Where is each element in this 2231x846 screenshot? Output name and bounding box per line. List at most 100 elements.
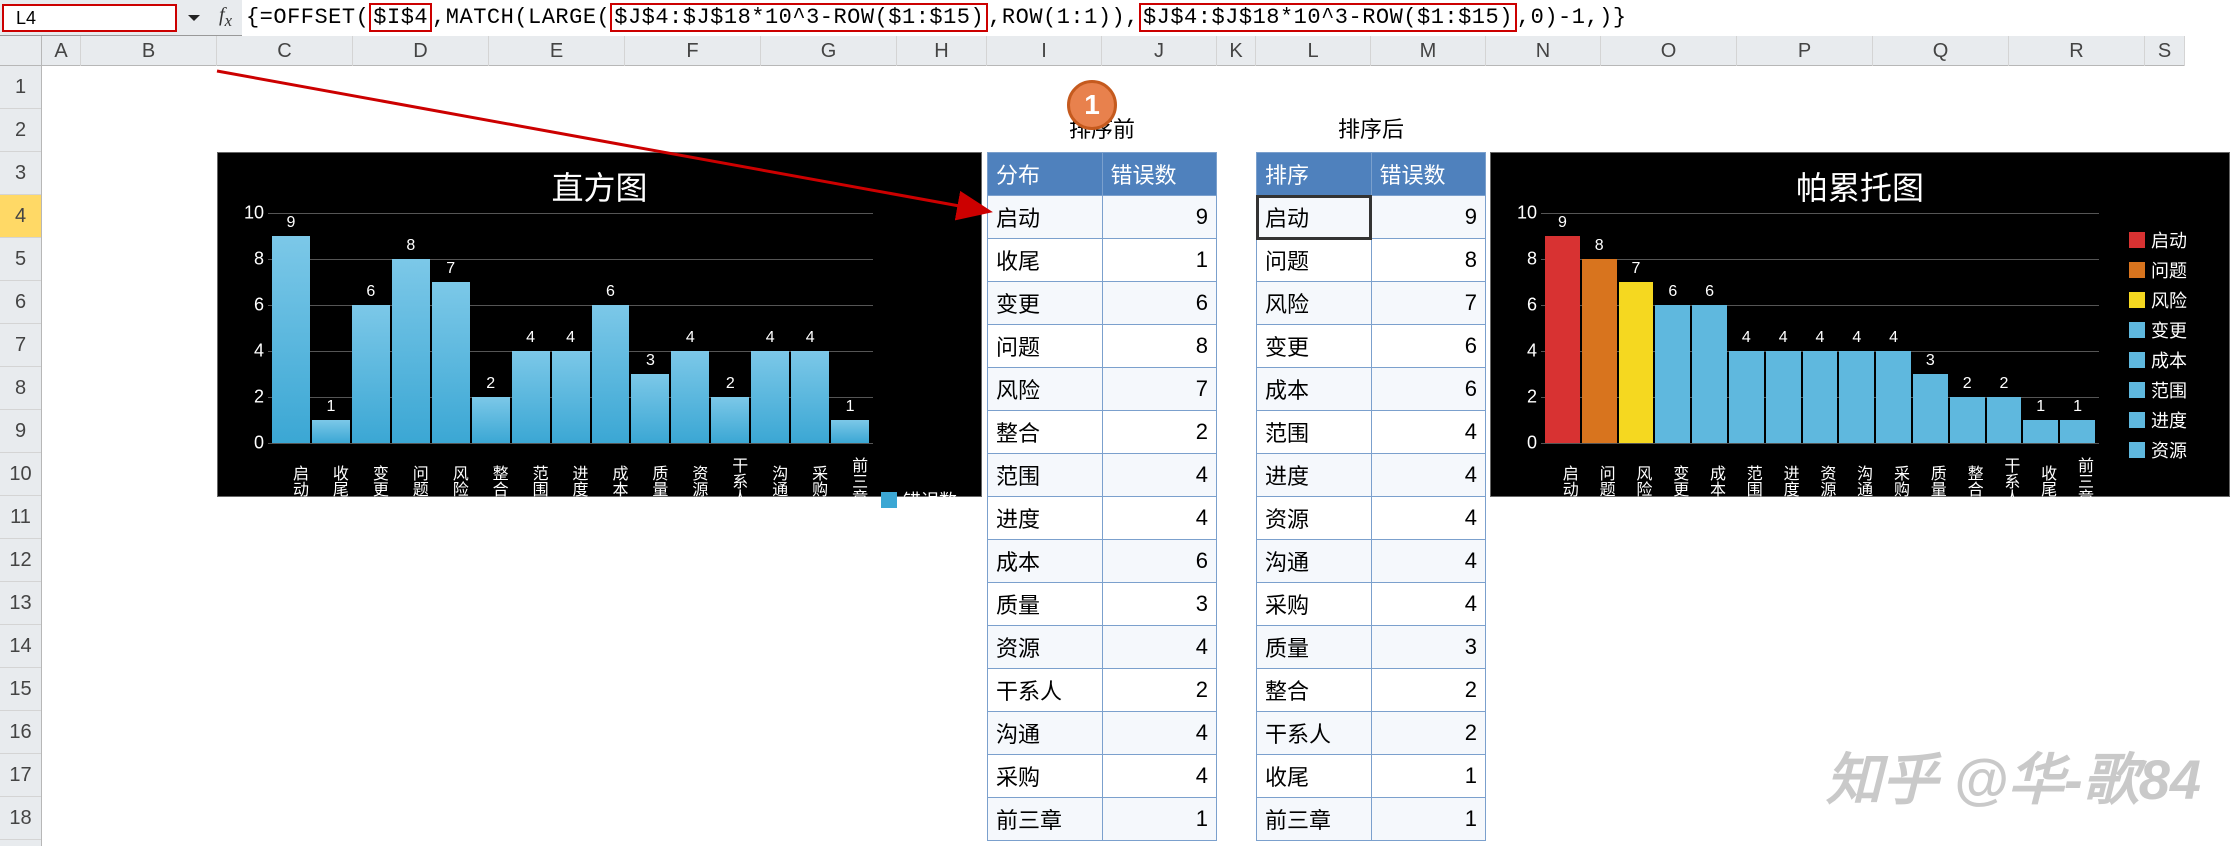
- table-cell[interactable]: 4: [1102, 626, 1217, 669]
- col-header-N[interactable]: N: [1486, 36, 1601, 66]
- table-cell[interactable]: 整合: [988, 411, 1103, 454]
- select-all-corner[interactable]: [0, 36, 42, 66]
- row-header-9[interactable]: 9: [0, 410, 41, 453]
- row-header-5[interactable]: 5: [0, 238, 41, 281]
- table-row[interactable]: 范围4: [988, 454, 1217, 497]
- table-row[interactable]: 干系人2: [1257, 712, 1486, 755]
- col-header-B[interactable]: B: [81, 36, 217, 66]
- table-row[interactable]: 沟通4: [988, 712, 1217, 755]
- table-cell[interactable]: 9: [1102, 196, 1217, 239]
- table-cell[interactable]: 8: [1102, 325, 1217, 368]
- table-cell[interactable]: 7: [1102, 368, 1217, 411]
- table-row[interactable]: 整合2: [1257, 669, 1486, 712]
- table-row[interactable]: 资源4: [988, 626, 1217, 669]
- table-cell[interactable]: 6: [1371, 325, 1486, 368]
- row-header-2[interactable]: 2: [0, 109, 41, 152]
- table-cell[interactable]: 4: [1102, 454, 1217, 497]
- row-header-7[interactable]: 7: [0, 324, 41, 367]
- name-box[interactable]: L4: [2, 4, 177, 32]
- table-row[interactable]: 采购4: [988, 755, 1217, 798]
- table-cell[interactable]: 9: [1371, 196, 1486, 239]
- col-header-G[interactable]: G: [761, 36, 897, 66]
- table-cell[interactable]: 资源: [988, 626, 1103, 669]
- table-cell[interactable]: 4: [1371, 454, 1486, 497]
- table-cell[interactable]: 2: [1371, 669, 1486, 712]
- row-header-17[interactable]: 17: [0, 754, 41, 797]
- table-cell[interactable]: 资源: [1257, 497, 1372, 540]
- table-cell[interactable]: 6: [1102, 282, 1217, 325]
- table-cell[interactable]: 4: [1102, 755, 1217, 798]
- table-cell[interactable]: 4: [1371, 583, 1486, 626]
- grid-cells[interactable]: 排序前 排序后 分布错误数启动9收尾1变更6问题8风险7整合2范围4进度4成本6…: [42, 66, 2231, 846]
- table-cell[interactable]: 1: [1102, 239, 1217, 282]
- row-header-11[interactable]: 11: [0, 496, 41, 539]
- row-header-8[interactable]: 8: [0, 367, 41, 410]
- table-cell[interactable]: 1: [1371, 755, 1486, 798]
- table-cell[interactable]: 8: [1371, 239, 1486, 282]
- table-cell[interactable]: 进度: [988, 497, 1103, 540]
- col-header-F[interactable]: F: [625, 36, 761, 66]
- row-header-6[interactable]: 6: [0, 281, 41, 324]
- table-cell[interactable]: 3: [1102, 583, 1217, 626]
- table-cell[interactable]: 成本: [988, 540, 1103, 583]
- table-cell[interactable]: 启动: [1257, 196, 1372, 239]
- table-row[interactable]: 风险7: [1257, 282, 1486, 325]
- table-cell[interactable]: 6: [1371, 368, 1486, 411]
- row-header-15[interactable]: 15: [0, 668, 41, 711]
- table-cell[interactable]: 整合: [1257, 669, 1372, 712]
- col-header-H[interactable]: H: [897, 36, 987, 66]
- table-cell[interactable]: 变更: [1257, 325, 1372, 368]
- col-header-M[interactable]: M: [1371, 36, 1486, 66]
- table-row[interactable]: 问题8: [1257, 239, 1486, 282]
- col-header-Q[interactable]: Q: [1873, 36, 2009, 66]
- table-row[interactable]: 成本6: [988, 540, 1217, 583]
- table-cell[interactable]: 2: [1102, 669, 1217, 712]
- table-row[interactable]: 启动9: [988, 196, 1217, 239]
- row-header-13[interactable]: 13: [0, 582, 41, 625]
- table-row[interactable]: 前三章1: [988, 798, 1217, 841]
- table-row[interactable]: 整合2: [988, 411, 1217, 454]
- table-row[interactable]: 进度4: [1257, 454, 1486, 497]
- col-header-S[interactable]: S: [2145, 36, 2185, 66]
- col-header-C[interactable]: C: [217, 36, 353, 66]
- table-row[interactable]: 问题8: [988, 325, 1217, 368]
- table-cell[interactable]: 4: [1371, 411, 1486, 454]
- col-header-D[interactable]: D: [353, 36, 489, 66]
- table-cell[interactable]: 范围: [1257, 411, 1372, 454]
- row-header-16[interactable]: 16: [0, 711, 41, 754]
- table-cell[interactable]: 进度: [1257, 454, 1372, 497]
- table-row[interactable]: 变更6: [1257, 325, 1486, 368]
- table-cell[interactable]: 1: [1371, 798, 1486, 841]
- row-header-14[interactable]: 14: [0, 625, 41, 668]
- table-cell[interactable]: 质量: [1257, 626, 1372, 669]
- table-cell[interactable]: 风险: [988, 368, 1103, 411]
- table-row[interactable]: 启动9: [1257, 196, 1486, 239]
- table-cell[interactable]: 风险: [1257, 282, 1372, 325]
- table-cell[interactable]: 2: [1371, 712, 1486, 755]
- table-cell[interactable]: 质量: [988, 583, 1103, 626]
- table-row[interactable]: 质量3: [1257, 626, 1486, 669]
- table-cell[interactable]: 前三章: [988, 798, 1103, 841]
- table-cell[interactable]: 2: [1102, 411, 1217, 454]
- col-header-O[interactable]: O: [1601, 36, 1737, 66]
- histogram-chart[interactable]: 直方图0246810916872446342441启动收尾变更问题风险整合范围进…: [217, 152, 982, 497]
- table-cell[interactable]: 采购: [1257, 583, 1372, 626]
- table-cell[interactable]: 4: [1371, 540, 1486, 583]
- formula-input[interactable]: {=OFFSET($I$4,MATCH(LARGE($J$4:$J$18*10^…: [242, 0, 2231, 36]
- col-header-E[interactable]: E: [489, 36, 625, 66]
- table-row[interactable]: 进度4: [988, 497, 1217, 540]
- col-header-P[interactable]: P: [1737, 36, 1873, 66]
- table-cell[interactable]: 启动: [988, 196, 1103, 239]
- table-cell[interactable]: 3: [1371, 626, 1486, 669]
- col-header-R[interactable]: R: [2009, 36, 2145, 66]
- pareto-chart[interactable]: 帕累托图0246810987664444432211启动问题风险变更成本范围进度…: [1490, 152, 2230, 497]
- table-cell[interactable]: 4: [1102, 497, 1217, 540]
- table-cell[interactable]: 收尾: [988, 239, 1103, 282]
- table-cell[interactable]: 7: [1371, 282, 1486, 325]
- table-row[interactable]: 风险7: [988, 368, 1217, 411]
- table-row[interactable]: 资源4: [1257, 497, 1486, 540]
- table-cell[interactable]: 范围: [988, 454, 1103, 497]
- table-cell[interactable]: 变更: [988, 282, 1103, 325]
- table-cell[interactable]: 4: [1371, 497, 1486, 540]
- row-header-1[interactable]: 1: [0, 66, 41, 109]
